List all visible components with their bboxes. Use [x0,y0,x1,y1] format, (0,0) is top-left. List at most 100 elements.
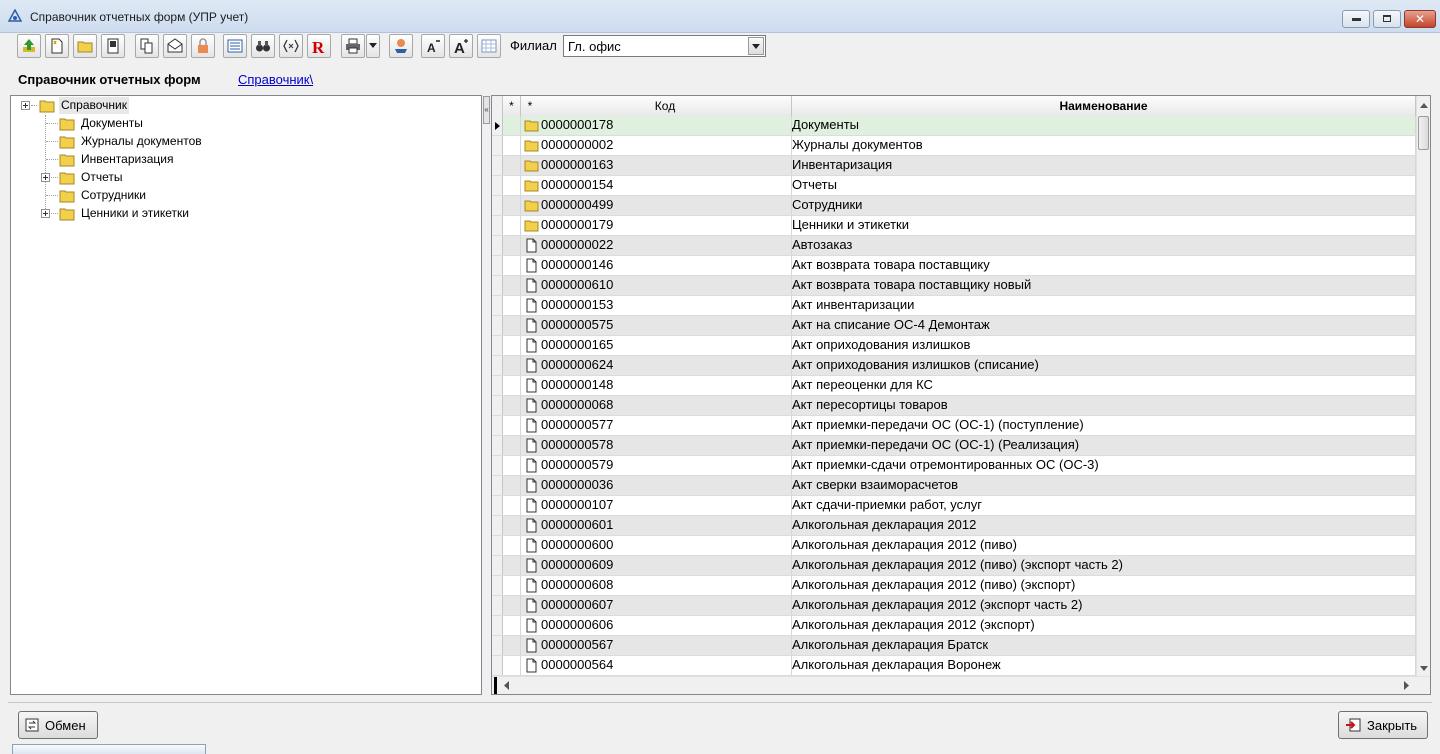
folder-icon [524,120,539,132]
print-dropdown-button[interactable] [366,34,380,58]
new-folder-button[interactable] [73,34,97,58]
row-code-cell: 0000000607 [521,596,792,615]
row-code-cell: 0000000564 [521,656,792,675]
print-button[interactable] [341,34,365,58]
vertical-scrollbar[interactable] [1416,96,1431,676]
table-row[interactable]: 0000000022 Автозаказ [492,236,1416,256]
breadcrumb-link[interactable]: Справочник\ [238,72,313,87]
row-code-cell: 0000000107 [521,496,792,515]
scrollbar-thumb[interactable] [1418,116,1429,150]
up-level-button[interactable] [17,34,41,58]
row-name: Акт приемки-передачи ОС (ОС-1) (Реализац… [792,437,1080,452]
lock-button[interactable] [191,34,215,58]
variables-button[interactable] [279,34,303,58]
taskbar-item[interactable] [12,744,206,754]
close-label: Закрыть [1367,718,1418,733]
row-code-cell: 0000000146 [521,256,792,275]
table-row[interactable]: 0000000153 Акт инвентаризации [492,296,1416,316]
row-code-cell: 0000000610 [521,276,792,295]
document-icon [526,538,537,553]
table-row[interactable]: 0000000567 Алкогольная декларация Братск [492,636,1416,656]
table-row[interactable]: 0000000107 Акт сдачи-приемки работ, услуг [492,496,1416,516]
table-row[interactable]: 0000000606 Алкогольная декларация 2012 (э… [492,616,1416,636]
maximize-button[interactable] [1373,10,1401,28]
table-row[interactable]: 0000000146 Акт возврата товара поставщику [492,256,1416,276]
row-star-cell [503,296,521,315]
header-star-2[interactable]: * [521,96,539,116]
table-row[interactable]: 0000000564 Алкогольная декларация Воронеж [492,656,1416,676]
folder-icon [59,208,75,221]
edit-button[interactable] [101,34,125,58]
new-item-button[interactable] [45,34,69,58]
table-row[interactable]: 0000000163 Инвентаризация [492,156,1416,176]
row-star-cell [503,396,521,415]
scroll-down-icon[interactable] [1417,660,1431,676]
row-indicator [492,616,503,635]
scroll-right-icon[interactable] [1404,681,1410,690]
table-row[interactable]: 0000000608 Алкогольная декларация 2012 (п… [492,576,1416,596]
row-name: Автозаказ [792,237,853,252]
increase-font-button[interactable]: A [449,34,473,58]
filial-select[interactable]: Гл. офис [563,35,766,57]
header-name[interactable]: Наименование [792,96,1416,116]
stamp-button[interactable] [389,34,413,58]
table-row[interactable]: 0000000578 Акт приемки-передачи ОС (ОС-1)… [492,436,1416,456]
document-icon [526,338,537,353]
font-increase-icon: A [454,39,468,54]
table-row[interactable]: 0000000179 Ценники и этикетки [492,216,1416,236]
scroll-up-icon[interactable] [1417,98,1431,114]
expand-icon[interactable] [41,209,50,218]
close-window-button[interactable]: ✕ [1404,10,1436,28]
table-row[interactable]: 0000000579 Акт приемки-сдачи отремонтиров… [492,456,1416,476]
decrease-font-button[interactable]: A [421,34,445,58]
table-row[interactable]: 0000000148 Акт переоценки для КС [492,376,1416,396]
report-button[interactable]: R [307,34,331,58]
row-star-cell [503,236,521,255]
row-code: 0000000148 [541,377,614,392]
table-row[interactable]: 0000000624 Акт оприходования излишков (сп… [492,356,1416,376]
close-button[interactable]: Закрыть [1338,711,1428,739]
table-row[interactable]: 0000000575 Акт на списание ОС-4 Демонтаж [492,316,1416,336]
header-star-1[interactable]: * [503,96,521,116]
scroll-left-icon[interactable] [504,681,510,690]
send-button[interactable] [163,34,187,58]
filial-dropdown-arrow[interactable] [748,37,764,55]
table-row[interactable]: 0000000607 Алкогольная декларация 2012 (э… [492,596,1416,616]
expand-icon[interactable] [21,101,30,110]
table-row[interactable]: 0000000154 Отчеты [492,176,1416,196]
table-row[interactable]: 0000000600 Алкогольная декларация 2012 (п… [492,536,1416,556]
copy-button[interactable] [135,34,159,58]
page-title: Справочник отчетных форм [18,72,201,87]
row-star-cell [503,276,521,295]
table-row[interactable]: 0000000577 Акт приемки-передачи ОС (ОС-1)… [492,416,1416,436]
search-button[interactable] [251,34,275,58]
table-row[interactable]: 0000000610 Акт возврата товара поставщику… [492,276,1416,296]
row-star-cell [503,496,521,515]
horizontal-scrollbar[interactable] [492,676,1430,694]
table-row[interactable]: 0000000165 Акт оприходования излишков [492,336,1416,356]
bottom-separator [8,702,1432,703]
table-row[interactable]: 0000000036 Акт сверки взаиморасчетов [492,476,1416,496]
exchange-button[interactable]: Обмен [18,711,98,739]
exchange-label: Обмен [45,718,86,733]
table-row[interactable]: 0000000499 Сотрудники [492,196,1416,216]
new-document-icon [51,38,63,54]
table-row[interactable]: 0000000068 Акт пересортицы товаров [492,396,1416,416]
row-name: Акт сверки взаиморасчетов [792,477,959,492]
table-row[interactable]: 0000000002 Журналы документов [492,136,1416,156]
panel-splitter[interactable] [482,95,491,695]
folder-icon [524,220,539,232]
table-row[interactable]: 0000000601 Алкогольная декларация 2012 [492,516,1416,536]
minimize-button[interactable] [1342,10,1370,28]
collapse-panel-button[interactable]: « [483,96,490,124]
row-code: 0000000609 [541,557,614,572]
header-code[interactable]: Код [539,96,792,116]
title-bar: Справочник отчетных форм (УПР учет) ✕ [0,0,1440,33]
table-row[interactable]: 0000000609 Алкогольная декларация 2012 (п… [492,556,1416,576]
row-name: Акт возврата товара поставщику новый [792,277,1032,292]
list-view-button[interactable] [223,34,247,58]
folder-icon [524,160,539,172]
expand-icon[interactable] [41,173,50,182]
calendar-button[interactable] [477,34,501,58]
table-row[interactable]: 0000000178 Документы [492,116,1416,136]
